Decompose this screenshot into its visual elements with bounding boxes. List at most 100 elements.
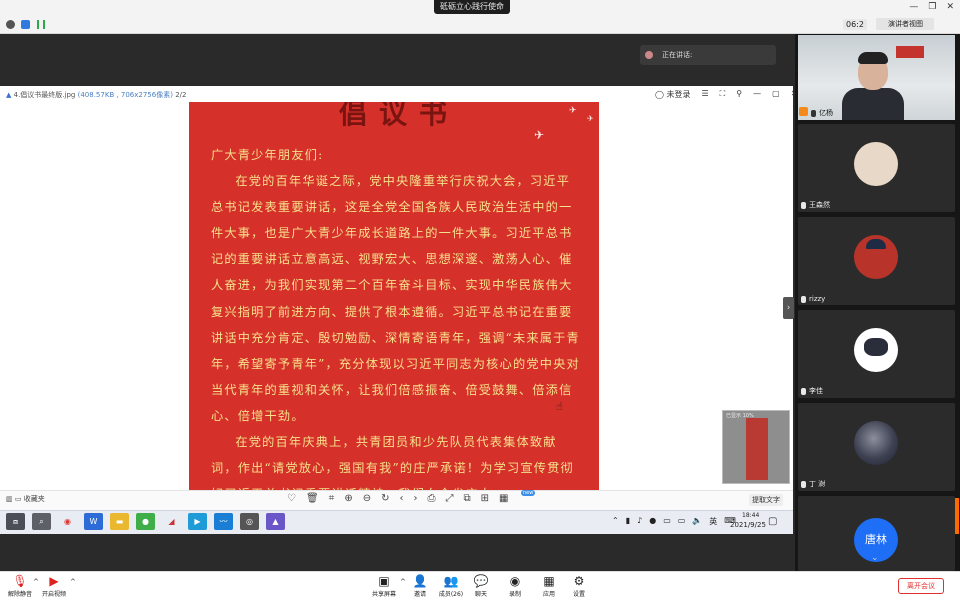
zoom-in-icon[interactable]: ⊕	[344, 493, 352, 504]
heart-icon[interactable]: ♡	[287, 493, 296, 504]
sidebar-icon: ▥	[6, 495, 13, 503]
participant-name: 王森然	[801, 200, 830, 210]
info-icon[interactable]	[6, 20, 15, 29]
meeting-timer: 06:2	[843, 19, 867, 30]
window-controls: — ❐ ✕	[909, 2, 954, 12]
participant-name-text: rizzy	[809, 295, 826, 303]
participant-tile[interactable]: 王森然	[798, 124, 955, 212]
media-icon[interactable]: ◢	[162, 513, 181, 530]
minimize-icon[interactable]: —	[909, 2, 918, 12]
mic-tray-icon[interactable]: ♪	[637, 516, 642, 527]
clock-date[interactable]: 2021/9/25	[730, 521, 766, 529]
poster-text: 广大青少年朋友们: 在党的百年华诞之际，党中央隆重举行庆祝大会，习近平总书记发表…	[211, 142, 581, 490]
shield-icon[interactable]	[21, 20, 30, 29]
taskbar-apps: ⧈ ⌕ ◉ W ▬ ● ◢ ▶ 〰 ◎ ▲	[6, 513, 285, 530]
participant-name-text: 李佳	[809, 387, 823, 395]
participant-video-body	[842, 88, 904, 120]
chrome-icon[interactable]: ◉	[58, 513, 77, 530]
next-icon[interactable]: ›	[413, 493, 417, 504]
meeting-title: 砥砺立心践行使命	[434, 0, 510, 14]
user-icon: ◯	[655, 90, 664, 99]
fit-icon[interactable]: ⤢	[445, 493, 453, 504]
apps-label: 应用	[542, 591, 555, 598]
taskview-icon[interactable]: ⧈	[6, 513, 25, 530]
settings-button[interactable]: ⚙ 设置	[559, 574, 599, 598]
leave-meeting-button[interactable]: 离开会议	[898, 578, 944, 594]
gear-icon: ⚙	[573, 574, 585, 588]
compare-icon[interactable]: ⧉	[463, 493, 470, 504]
settings-label: 设置	[572, 591, 585, 598]
search-icon[interactable]: ⌕	[32, 513, 51, 530]
wps-icon[interactable]: W	[84, 513, 103, 530]
viewer-login-label: 未登录	[666, 90, 691, 99]
usb-icon[interactable]: ▮	[626, 516, 630, 527]
apps-icon[interactable]: ▦	[499, 493, 508, 504]
maximize-icon[interactable]: ▢	[772, 89, 780, 100]
menu-icon[interactable]: ☰	[702, 89, 709, 100]
minimize-icon[interactable]: —	[753, 89, 761, 100]
chevron-down-icon[interactable]: ⌄	[871, 553, 879, 563]
start-video-button[interactable]: ▶ 开启视频	[34, 574, 74, 598]
poster-paragraph: 在党的百年庆典上，共青团员和少先队员代表集体致献词，作出“请党放心，强国有我”的…	[211, 435, 574, 490]
record-label: 录制	[508, 591, 521, 598]
participant-name: rizzy	[801, 295, 825, 303]
camera-tray-icon[interactable]: ▭	[663, 516, 671, 527]
crop-icon[interactable]: ⌗	[329, 493, 335, 504]
ime-indicator[interactable]: 英	[709, 516, 717, 527]
viewer-tool-icons: ♡ 🗑 ⌗ ⊕ ⊖ ↻ ‹ › ⎙ ⤢ ⧉ ⊞ ▦	[287, 493, 508, 504]
wave-app-icon[interactable]: 〰	[214, 513, 233, 530]
print-icon[interactable]: ⎙	[427, 493, 435, 504]
360-icon[interactable]: ●	[136, 513, 155, 530]
panel-scrollbar[interactable]	[955, 498, 959, 534]
unmute-label: 解除静音	[7, 591, 32, 598]
chevron-up-icon[interactable]: ^	[70, 578, 76, 586]
viewer-filename: 4.倡议书最终版.jpg	[13, 91, 76, 99]
view-mode-button[interactable]: 演讲者视图	[876, 18, 934, 30]
system-tray: ⌃ ▮ ♪ ● ▭ ▭ 🔈 英 ⌨	[612, 516, 736, 527]
obs-icon[interactable]: ◎	[240, 513, 259, 530]
ocr-icon[interactable]: ⊞	[481, 493, 489, 504]
mic-icon	[801, 480, 806, 488]
share-screen-button[interactable]: ▣ 共享屏幕	[364, 574, 404, 598]
record-tray-icon[interactable]: ●	[649, 516, 656, 527]
participant-tile[interactable]: 丁 澍	[798, 403, 955, 491]
favorites-icon: ▭	[14, 495, 22, 503]
participant-name: 李佳	[801, 386, 823, 396]
speaker-indicator: 正在讲话:	[640, 45, 776, 65]
notification-icon[interactable]: ▢	[768, 516, 777, 527]
mic-icon	[801, 201, 806, 209]
participant-tile[interactable]: 李佳	[798, 310, 955, 398]
viewer-fileinfo[interactable]: (408.57KB , 706x2756像素)	[78, 91, 173, 99]
rotate-icon[interactable]: ↻	[381, 493, 389, 504]
tray-expand-icon[interactable]: ⌃	[612, 516, 619, 527]
participant-name-text: 王森然	[809, 201, 830, 209]
extract-text-button[interactable]: 提取文字	[749, 494, 783, 506]
restore-icon[interactable]: ❐	[928, 2, 936, 12]
speaker-avatar	[645, 51, 653, 59]
collapse-panel-button[interactable]: ›	[783, 297, 794, 319]
prev-icon[interactable]: ‹	[399, 493, 403, 504]
close-icon[interactable]: ✕	[946, 2, 954, 12]
folder-icon[interactable]: ▬	[110, 513, 129, 530]
participant-tile[interactable]: rizzy	[798, 217, 955, 305]
trash-icon[interactable]: 🗑	[306, 493, 319, 504]
speaker-icon[interactable]: 🔈	[692, 516, 702, 527]
chat-label: 聊天	[474, 591, 487, 598]
viewer-page: 2/2	[175, 91, 187, 99]
favorites-button[interactable]: ▥ ▭ 收藏夹	[6, 494, 45, 504]
viewer-login[interactable]: ◯ 未登录	[655, 89, 691, 100]
fullscreen-icon[interactable]: ⛶	[720, 89, 726, 100]
new-badge: new	[521, 490, 536, 496]
battery-icon[interactable]: ▭	[678, 516, 686, 527]
clock-time[interactable]: 18:44	[742, 512, 759, 519]
pin-icon[interactable]: ⚲	[736, 89, 742, 100]
video-app-icon[interactable]: ▶	[188, 513, 207, 530]
viewer-title: ▲ 4.倡议书最终版.jpg (408.57KB , 706x2756像素) 2…	[6, 90, 186, 100]
start-video-label: 开启视频	[41, 591, 66, 598]
viewer-window-controls: ◯ 未登录 ☰ ⛶ ⚲ — ▢ ✕	[655, 89, 797, 100]
participants-label: 成员(26)	[438, 591, 464, 598]
zoom-out-icon[interactable]: ⊖	[363, 493, 371, 504]
image-viewer-app-icon[interactable]: ▲	[266, 513, 285, 530]
favorites-label: 收藏夹	[23, 495, 45, 503]
signal-icon[interactable]	[37, 20, 45, 29]
